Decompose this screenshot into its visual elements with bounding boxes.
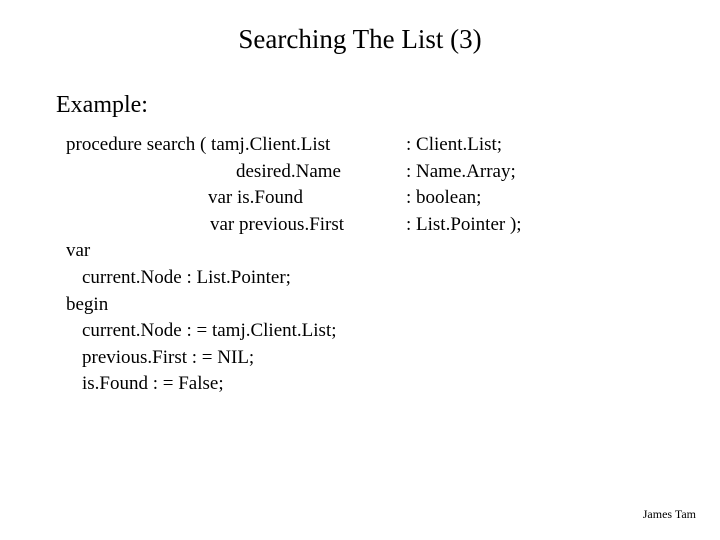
code-line-assign1: current.Node : = tamj.Client.List; xyxy=(66,318,606,345)
sig-right-2: : Name.Array; xyxy=(406,159,606,186)
code-line-assign2: previous.First : = NIL; xyxy=(66,345,606,372)
signature-row-2: desired.Name : Name.Array; xyxy=(66,159,606,186)
sig-left-1: procedure search ( tamj.Client.List xyxy=(66,132,406,159)
code-line-assign3: is.Found : = False; xyxy=(66,371,606,398)
sig-left-3-text: var is.Found xyxy=(66,185,303,212)
sig-left-4-text: var previous.First xyxy=(66,212,344,239)
sig-right-1: : Client.List; xyxy=(406,132,606,159)
footer-author: James Tam xyxy=(643,507,696,522)
signature-row-4: var previous.First : List.Pointer ); xyxy=(66,212,606,239)
sig-right-3: : boolean; xyxy=(406,185,606,212)
sig-right-4: : List.Pointer ); xyxy=(406,212,606,239)
sig-left-3: var is.Found xyxy=(66,185,406,212)
code-line-begin: begin xyxy=(66,292,606,319)
sig-left-2: desired.Name xyxy=(66,159,406,186)
slide-title: Searching The List (3) xyxy=(0,24,720,55)
sig-left-4: var previous.First xyxy=(66,212,406,239)
code-line-var: var xyxy=(66,238,606,265)
signature-row-1: procedure search ( tamj.Client.List : Cl… xyxy=(66,132,606,159)
signature-row-3: var is.Found : boolean; xyxy=(66,185,606,212)
code-line-decl: current.Node : List.Pointer; xyxy=(66,265,606,292)
code-body: procedure search ( tamj.Client.List : Cl… xyxy=(66,132,606,398)
example-heading: Example: xyxy=(56,92,148,119)
sig-left-2-text: desired.Name xyxy=(66,161,341,182)
slide: Searching The List (3) Example: procedur… xyxy=(0,0,720,540)
